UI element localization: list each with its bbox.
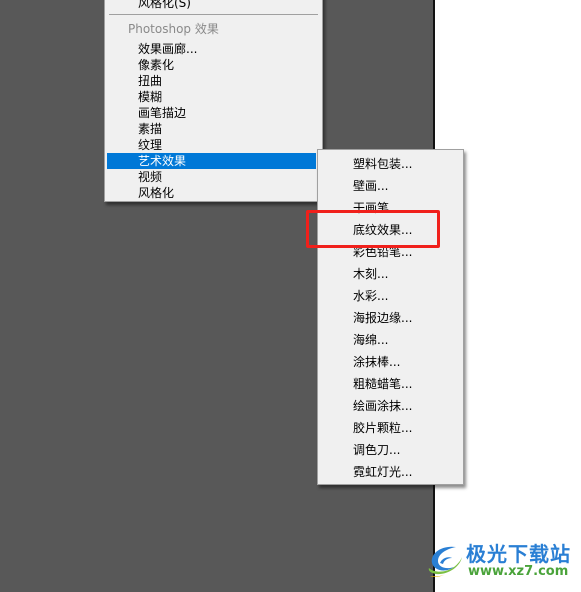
watermark-url: www.xz7.com [468, 564, 569, 579]
watermark: 极光下载站 www.xz7.com [426, 537, 576, 587]
submenu-item-paint-daubs[interactable]: 绘画涂抹... [318, 395, 463, 417]
watermark-logo-icon [428, 546, 462, 578]
menu-item-artistic[interactable]: 艺术效果 [107, 153, 316, 169]
submenu-item-neon-glow[interactable]: 霓虹灯光... [318, 461, 463, 483]
submenu-item-palette-knife[interactable]: 调色刀... [318, 439, 463, 461]
menu-item-blur[interactable]: 模糊 [105, 89, 322, 105]
submenu-item-sponge[interactable]: 海绵... [318, 329, 463, 351]
menu-item-distort[interactable]: 扭曲 [105, 73, 322, 89]
submenu-item-poster-edges[interactable]: 海报边缘... [318, 307, 463, 329]
menu-item-stylize[interactable]: 风格化 [105, 185, 322, 201]
submenu-item-watercolor[interactable]: 水彩... [318, 285, 463, 307]
submenu-item-film-grain[interactable]: 胶片颗粒... [318, 417, 463, 439]
menu-item-video[interactable]: 视频 [105, 169, 322, 185]
submenu-item-smudge-stick[interactable]: 涂抹棒... [318, 351, 463, 373]
filter-menu: 风格化(S) Photoshop 效果 效果画廊... 像素化 扭曲 模糊 画笔… [104, 0, 323, 202]
annotation-highlight-box [306, 210, 440, 248]
menu-item-brush-strokes[interactable]: 画笔描边 [105, 105, 322, 121]
submenu-item-fresco[interactable]: 壁画... [318, 175, 463, 197]
menu-separator [109, 14, 318, 15]
menu-item-stylize-s[interactable]: 风格化(S) [105, 0, 322, 11]
menu-item-pixelate[interactable]: 像素化 [105, 57, 322, 73]
submenu-item-plastic-wrap[interactable]: 塑料包装... [318, 153, 463, 175]
menu-item-sketch[interactable]: 素描 [105, 121, 322, 137]
submenu-item-rough-pastels[interactable]: 粗糙蜡笔... [318, 373, 463, 395]
menu-item-texture[interactable]: 纹理 [105, 137, 322, 153]
menu-item-filter-gallery[interactable]: 效果画廊... [105, 41, 322, 57]
submenu-item-cutout[interactable]: 木刻... [318, 263, 463, 285]
artistic-submenu: 塑料包装... 壁画... 干画笔... 底纹效果... 彩色铅笔... 木刻.… [317, 149, 464, 485]
watermark-title: 极光下载站 [466, 542, 571, 566]
photoshop-effects-header: Photoshop 效果 [128, 22, 219, 36]
